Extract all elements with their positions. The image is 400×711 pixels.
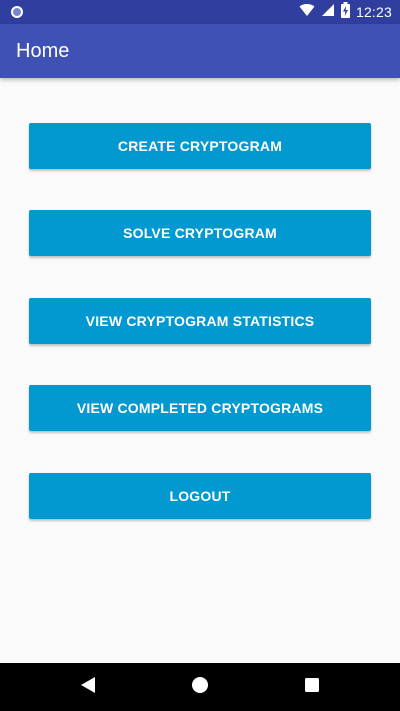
recents-icon (304, 677, 320, 698)
battery-charging-icon (340, 1, 350, 23)
view-cryptogram-statistics-button[interactable]: VIEW CRYPTOGRAM STATISTICS (29, 298, 371, 344)
status-icons: 12:23 (299, 0, 392, 24)
back-button[interactable] (58, 663, 118, 711)
screen: 12:23 Home CREATE CRYPTOGRAM SOLVE CRYPT… (0, 0, 400, 711)
cellular-signal-icon (321, 3, 335, 22)
create-cryptogram-button[interactable]: CREATE CRYPTOGRAM (29, 123, 371, 169)
wifi-icon (299, 3, 315, 22)
view-completed-cryptograms-button[interactable]: VIEW COMPLETED CRYPTOGRAMS (29, 385, 371, 431)
navigation-bar (0, 663, 400, 711)
status-time: 12:23 (355, 4, 392, 20)
circle-notification-icon (10, 5, 24, 19)
back-icon (80, 676, 96, 699)
status-bar: 12:23 (0, 0, 400, 24)
home-button[interactable] (170, 663, 230, 711)
page-title: Home (16, 40, 70, 62)
recents-button[interactable] (282, 663, 342, 711)
home-menu: CREATE CRYPTOGRAM SOLVE CRYPTOGRAM VIEW … (0, 78, 400, 663)
solve-cryptogram-button[interactable]: SOLVE CRYPTOGRAM (29, 210, 371, 256)
home-icon (191, 676, 209, 699)
app-bar: Home (0, 24, 400, 78)
logout-button[interactable]: LOGOUT (29, 473, 371, 519)
